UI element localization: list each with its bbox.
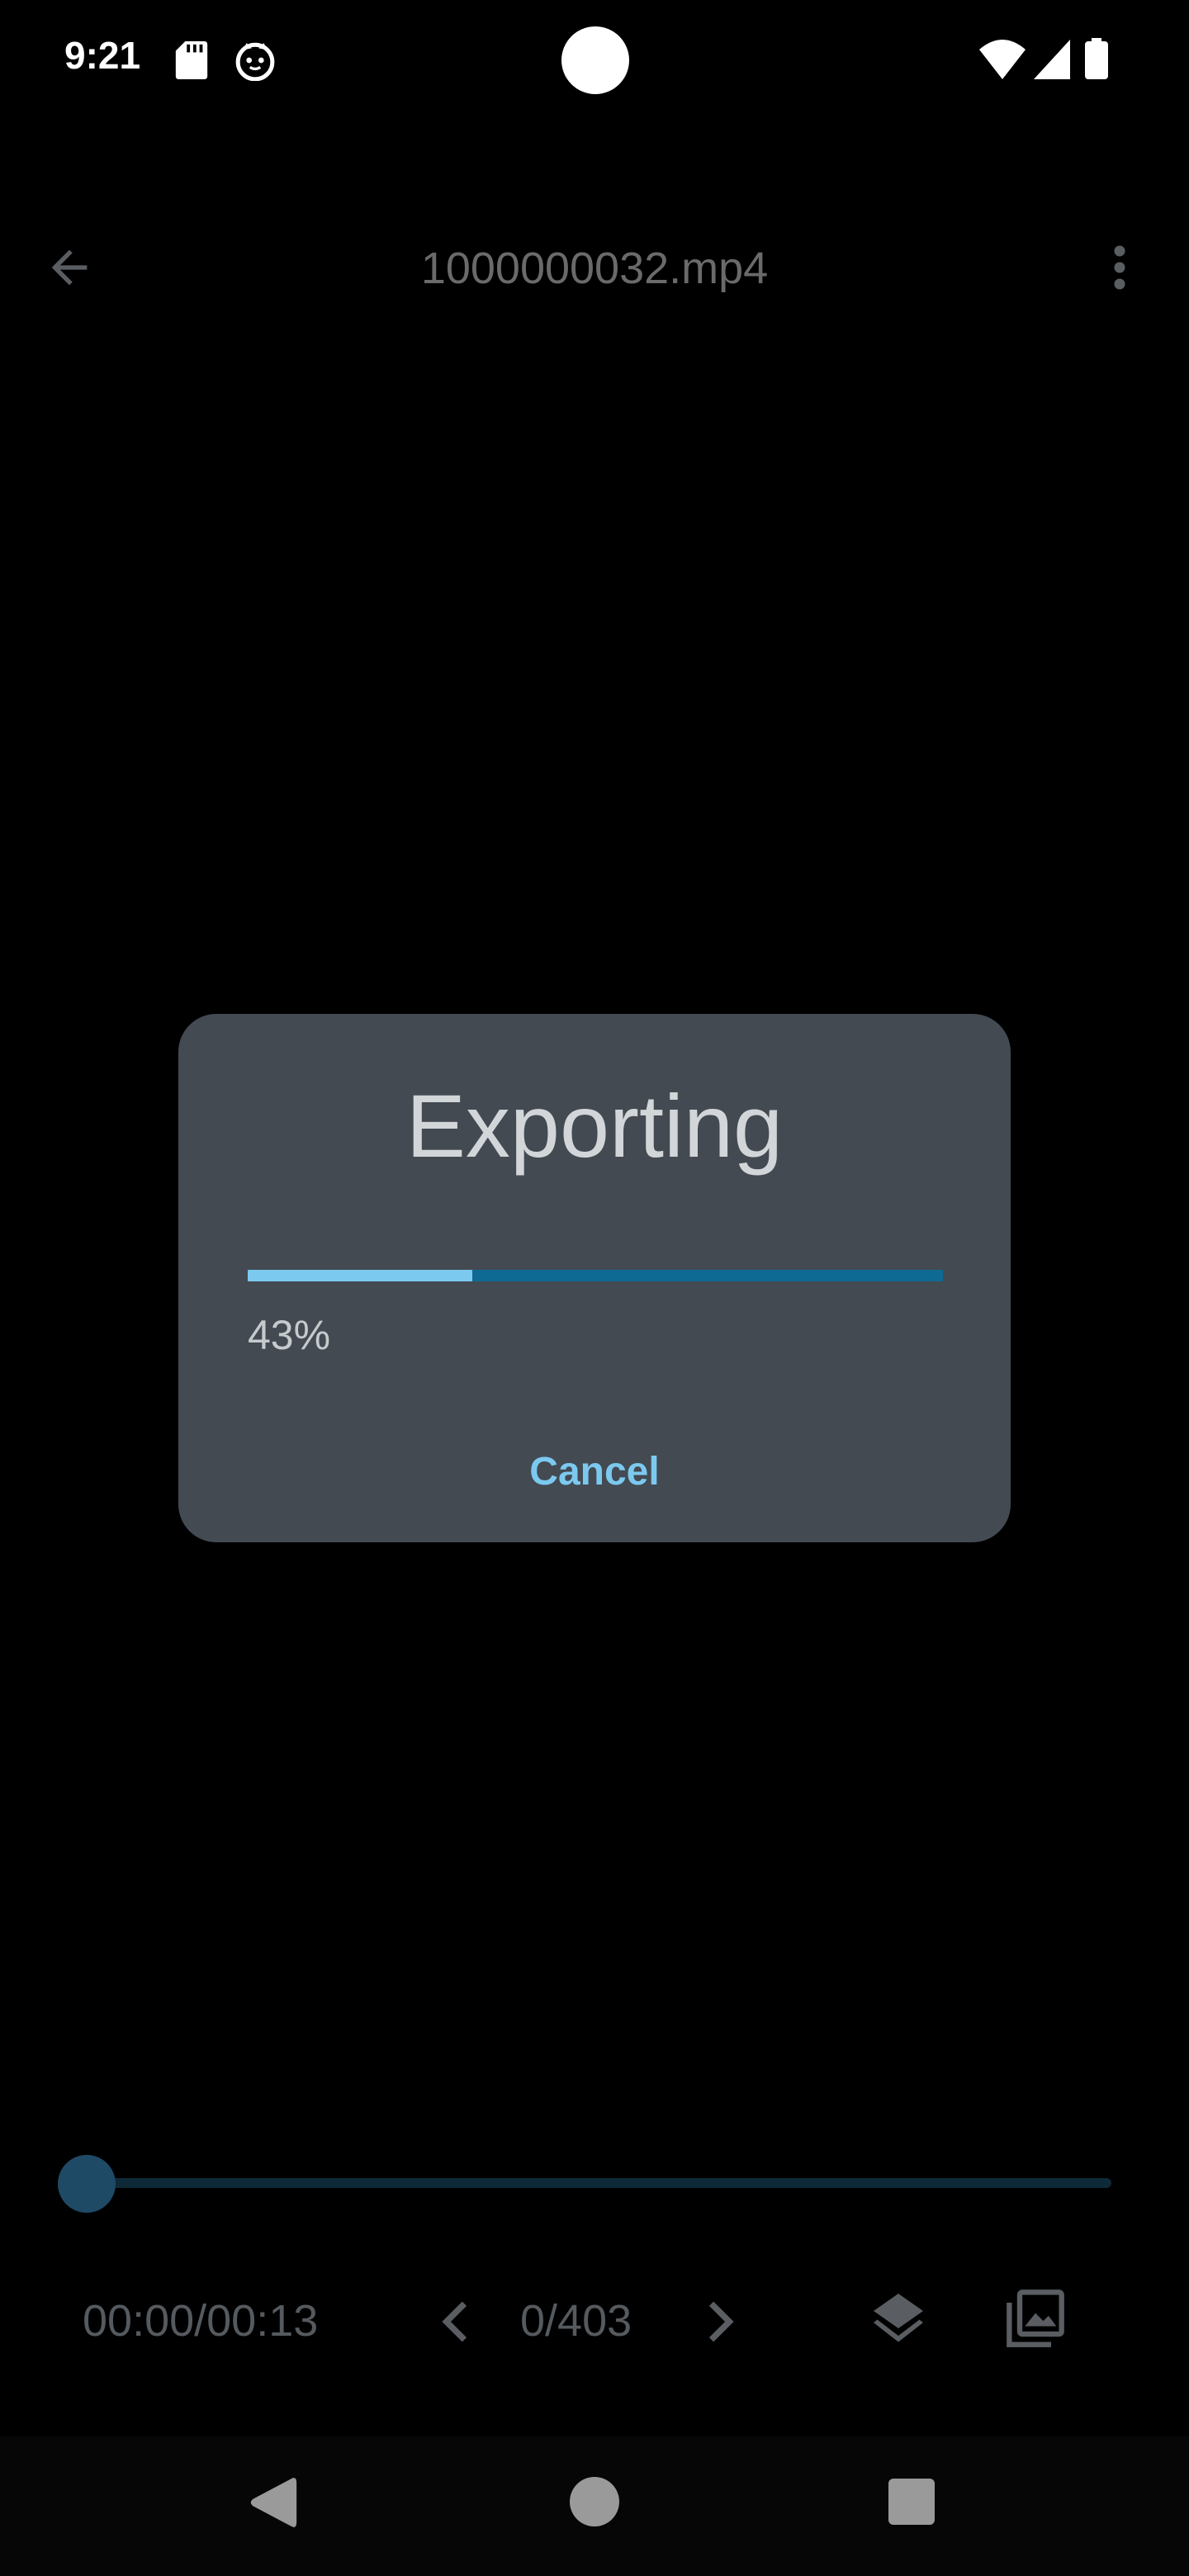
progress-percent: 43% (248, 1312, 331, 1358)
status-bar: 9:21 (0, 0, 1189, 124)
more-vert-icon (1114, 245, 1125, 290)
nav-home-icon[interactable] (570, 2477, 619, 2526)
chevron-right-icon (708, 2301, 734, 2342)
wifi-icon (979, 40, 1026, 79)
back-button[interactable] (36, 234, 102, 301)
previous-frame-button[interactable] (429, 2289, 479, 2355)
progress-fill (248, 1270, 472, 1281)
status-time: 9:21 (64, 34, 141, 77)
export-dialog: Exporting 43% Cancel (178, 1014, 1011, 1542)
battery-icon (1085, 38, 1108, 79)
more-options-button[interactable] (1095, 234, 1144, 301)
signal-icon (1034, 40, 1070, 79)
sd-card-icon (175, 41, 208, 79)
cancel-button[interactable]: Cancel (479, 1435, 710, 1509)
chevron-left-icon (442, 2301, 467, 2342)
camera-cutout (561, 26, 629, 94)
frame-counter: 0/403 (520, 2296, 632, 2346)
screen: 9:21 1000000032.mp4 Exporting 43% Cancel… (0, 0, 1189, 2576)
nav-recents-icon[interactable] (888, 2479, 935, 2525)
seek-bar[interactable] (64, 2178, 1111, 2188)
next-frame-button[interactable] (697, 2289, 746, 2355)
export-progress-bar (248, 1270, 943, 1281)
time-readout: 00:00/00:13 (83, 2296, 319, 2346)
navigation-bar (0, 2436, 1189, 2576)
nav-back-icon[interactable] (248, 2474, 297, 2531)
file-title: 1000000032.mp4 (420, 244, 769, 293)
cat-icon (235, 42, 275, 81)
seek-thumb[interactable] (58, 2155, 116, 2213)
gallery-button[interactable] (1001, 2284, 1070, 2353)
photo-library-icon (1007, 2290, 1064, 2347)
arrow-left-icon (51, 249, 88, 286)
dialog-title: Exporting (405, 1076, 784, 1176)
layers-button[interactable] (864, 2284, 933, 2353)
layers-icon (874, 2294, 923, 2342)
